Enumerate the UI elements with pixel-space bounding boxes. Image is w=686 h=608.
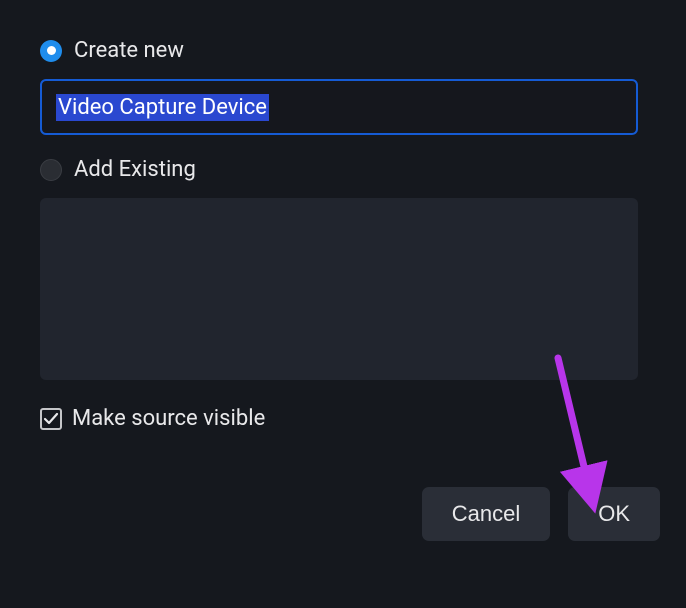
checkmark-icon bbox=[43, 411, 59, 427]
ok-button[interactable]: OK bbox=[568, 487, 660, 541]
dialog-button-row: Cancel OK bbox=[40, 487, 660, 541]
create-new-label: Create new bbox=[74, 38, 184, 63]
add-existing-radio-row[interactable]: Add Existing bbox=[40, 157, 646, 182]
create-new-radio[interactable] bbox=[40, 40, 62, 62]
source-name-text: Video Capture Device bbox=[56, 94, 269, 121]
make-visible-row[interactable]: Make source visible bbox=[40, 406, 646, 431]
add-existing-radio[interactable] bbox=[40, 159, 62, 181]
cancel-button[interactable]: Cancel bbox=[422, 487, 550, 541]
existing-sources-list[interactable] bbox=[40, 198, 638, 380]
make-visible-label: Make source visible bbox=[72, 406, 265, 431]
radio-dot-icon bbox=[47, 46, 56, 55]
add-existing-label: Add Existing bbox=[74, 157, 196, 182]
create-new-radio-row[interactable]: Create new bbox=[40, 38, 646, 63]
source-name-input[interactable]: Video Capture Device bbox=[40, 79, 638, 135]
make-visible-checkbox[interactable] bbox=[40, 408, 62, 430]
